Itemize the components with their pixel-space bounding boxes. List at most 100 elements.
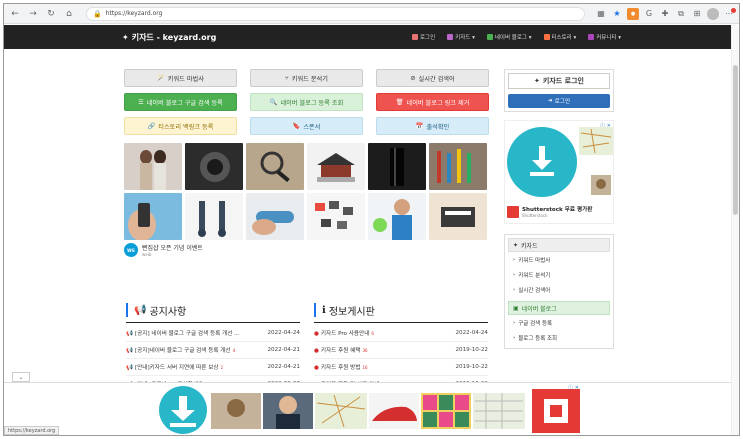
browser-window: ← → ↻ ⌂ 🔒 https://keyzard.org ▦ ★ ● G ✚ … [3,3,740,436]
item-icon: › [513,256,516,263]
profile-avatar[interactable] [707,7,719,20]
info-board-title[interactable]: ℹ 정보게시판 [314,303,488,318]
extensions-icon[interactable]: ✚ [659,8,671,20]
extension-g-icon[interactable]: G [643,8,655,20]
info-icon: ● [314,348,319,354]
wand-icon: ✦ [534,77,540,85]
bottom-ad-banner[interactable]: ⓘ ✕ [4,382,739,435]
ad-thumb-pillar[interactable] [368,143,426,190]
site-navbar: ✦ 키자드 - keyzard.org 로그인 키자드 ▾ 네이버 블로그 ▾ 티스토… [4,25,739,49]
sidebar-ad[interactable]: ⓘ ✕ Shutterstock 무료 평가판 Shutterstock [504,120,614,224]
login-title: ✦ 키자드 로그인 [508,73,610,89]
login-box: ✦ 키자드 로그인 ➜ 로그인 [504,69,614,112]
ad-thumb-couple[interactable] [124,143,182,190]
sidebar-ad-caption: Shutterstock 무료 평가판 Shutterstock [507,205,592,218]
site-nav-item[interactable]: 로그인 [411,33,435,41]
brand-label: 키자드 - keyzard.org [131,32,217,42]
tab-actions-icon[interactable]: ⊞ [691,8,703,20]
divider [314,322,488,323]
ad-thumb-box[interactable] [429,193,487,240]
category-header[interactable]: ▣ 네이버 블로그 [508,301,610,315]
back-icon[interactable]: ← [8,7,22,21]
grid-icon[interactable]: ▦ [595,8,607,20]
tool-button-grid: 🪄 키워드 마법사 ⑂ 키워드 분석기 ⊘ 실시간 검색어 ☰ 네이버 블로그 구글 검색 등… [124,69,492,135]
site-brand[interactable]: ✦ 키자드 - keyzard.org [122,32,216,43]
category-item[interactable]: › 구글 검색 등록 [511,315,607,330]
board-row[interactable]: ● 키자드 Pro 사용안내 6 2022-04-24 [314,325,488,342]
site-nav-links: 로그인 키자드 ▾ 네이버 블로그 ▾ 티스토리 ▾ 커뮤니티 ▾ [411,33,621,41]
sponsor-icon: 🔖 [292,123,301,130]
ad-thumb-remote[interactable] [124,193,182,240]
reload-icon[interactable]: ↻ [44,7,58,21]
divider [126,322,300,323]
extension-orange-icon[interactable]: ● [627,7,639,20]
board-row[interactable]: ● 키자드 후원 혜택 36 2019-10-22 [314,342,488,359]
browser-toolbar: ← → ↻ ⌂ 🔒 https://keyzard.org ▦ ★ ● G ✚ … [4,4,739,24]
tool-button[interactable]: 📅 출석확인 [376,117,489,135]
row-title: [공지] 네이버 블로그 구글 검색 등록 개선 ... [134,331,240,337]
ad-thumb-hand-device[interactable] [246,193,304,240]
ad-close-icon[interactable]: ⓘ ✕ [568,384,579,391]
ad-caption[interactable]: WG 뻔집샵 오픈 기념 이벤트 weib [124,243,492,257]
tool-button[interactable]: ☰ 네이버 블로그 구글 검색 등록 [124,93,237,111]
row-title: 키자드 Pro 사용안내 [320,331,370,337]
megaphone-icon: 📢 [126,365,133,371]
scrollbar-thumb[interactable] [733,65,738,215]
tool-button[interactable]: 🔗 티스토리 백링크 등록 [124,117,237,135]
item-icon: › [513,319,516,326]
site-nav-item[interactable]: 티스토리 ▾ [543,33,576,41]
shutterstock-logo [507,205,519,218]
login-button[interactable]: ➜ 로그인 [508,94,610,108]
notice-board-title[interactable]: 📢 공지사항 [126,303,300,318]
ad-thumb-tools[interactable] [429,143,487,190]
tool-button[interactable]: 🔖 스폰서 [250,117,363,135]
bookmark-star-icon[interactable]: ★ [611,8,623,20]
address-bar[interactable]: 🔒 https://keyzard.org [86,6,585,21]
info-icon: ● [314,365,319,371]
tool-button[interactable]: 🔍 네이버 블로그 등록 조회 [250,93,363,111]
status-bar: https://keyzard.org [4,426,60,435]
ad-thumb-palace[interactable] [307,143,365,190]
board-row[interactable]: 📢 [안내]키자드 서버 지연에 따른 보상 2 2022-04-21 [126,359,300,376]
category-header[interactable]: ✦ 키자드 [508,238,610,252]
site-nav-item[interactable]: 네이버 블로그 ▾ [486,33,532,41]
nav-item-icon [411,34,418,40]
ad-dog-image [591,175,611,195]
nav-item-icon [486,34,493,40]
collections-icon[interactable]: ⧉ [675,8,687,20]
link-icon: 🔗 [147,123,156,130]
item-icon: › [513,334,516,341]
collapse-ad-button[interactable]: ⌄ [12,372,30,382]
category-item[interactable]: › 키워드 마법사 [511,252,607,267]
page-scrollbar[interactable] [731,25,739,435]
ad-thumb-blocks[interactable] [307,193,365,240]
page-viewport: ✦ 키자드 - keyzard.org 로그인 키자드 ▾ 네이버 블로그 ▾ 티스토… [4,25,739,435]
category-item[interactable]: › 블로그 등록 조회 [511,330,607,345]
board-row[interactable]: 📢 [공지] 네이버 블로그 구글 검색 등록 개선 ... 2022-04-24 [126,325,300,342]
ad-thumb-device[interactable] [185,143,243,190]
ad-thumb-magnifier[interactable] [246,143,304,190]
menu-icon[interactable]: ⋯ [723,7,736,20]
search-icon: 🔍 [269,99,278,106]
megaphone-icon: 📢 [126,331,133,337]
ad-image-grid[interactable] [124,143,490,240]
ad-thumb-clamps[interactable] [185,193,243,240]
site-nav-item[interactable]: 커뮤니티 ▾ [588,33,621,41]
tool-button[interactable]: 🪄 키워드 마법사 [124,69,237,87]
ad-thumb-man[interactable] [368,193,426,240]
category-item[interactable]: › 실시간 검색어 [511,282,607,297]
row-date: 2022-04-21 [267,364,300,370]
forward-icon[interactable]: → [26,7,40,21]
tool-button[interactable]: 🗑 네이버 블로그 링크 제거 [376,93,489,111]
comment-count: 6 [371,331,374,336]
row-date: 2019-10-22 [455,364,488,370]
tool-button[interactable]: ⑂ 키워드 분석기 [250,69,363,87]
board-row[interactable]: ● 키자드 후원 방법 16 2019-10-22 [314,359,488,376]
home-icon[interactable]: ⌂ [62,7,76,21]
site-nav-item[interactable]: 키자드 ▾ [447,33,475,41]
tool-button[interactable]: ⊘ 실시간 검색어 [376,69,489,87]
board-row[interactable]: 📢 [공지]네이버 블로그 구글 검색 등록 개선 4 2022-04-21 [126,342,300,359]
bottom-ad-images [159,386,580,434]
category-item[interactable]: › 키워드 분석기 [511,267,607,282]
sidebar: ✦ 키자드 로그인 ➜ 로그인 ⓘ ✕ Shutterstock 무료 평가판 Sh… [504,69,614,349]
